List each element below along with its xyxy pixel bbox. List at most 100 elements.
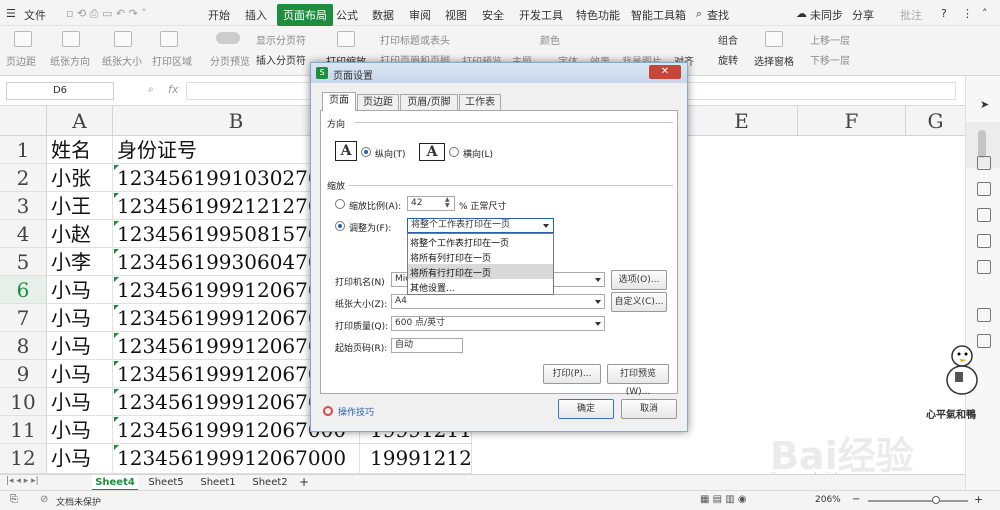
- cell-name[interactable]: 小马: [47, 276, 113, 304]
- zoom-icon[interactable]: ⌕: [148, 84, 154, 95]
- row-header[interactable]: 10: [0, 388, 47, 416]
- paper-size-icon[interactable]: [114, 31, 132, 47]
- column-header-g[interactable]: G: [906, 106, 965, 136]
- tab-page-layout[interactable]: 页面布局: [277, 4, 333, 26]
- ribbon-orientation[interactable]: 纸张方向: [50, 53, 90, 68]
- fit-option[interactable]: 将整个工作表打印在一页: [410, 236, 509, 249]
- options-button[interactable]: 选项(O)...: [611, 270, 667, 290]
- more-icon[interactable]: ⋮: [962, 7, 973, 20]
- row-header[interactable]: 5: [0, 248, 47, 276]
- row-header[interactable]: 1: [0, 136, 47, 164]
- sync-status[interactable]: 未同步: [810, 7, 843, 23]
- macro-icon[interactable]: ⎘: [10, 494, 18, 505]
- print-area-icon[interactable]: [160, 31, 178, 47]
- print-scale-icon[interactable]: [337, 31, 355, 47]
- sheet-tab-sheet5[interactable]: Sheet5: [144, 475, 188, 491]
- fx-icon[interactable]: fx: [168, 83, 178, 96]
- chevron-down-icon[interactable]: [595, 300, 601, 304]
- row-header[interactable]: 9: [0, 360, 47, 388]
- shape-icon[interactable]: [977, 208, 991, 222]
- comment-button[interactable]: 批注: [900, 7, 922, 23]
- landscape-radio[interactable]: [449, 147, 459, 157]
- tips-icon[interactable]: [323, 406, 333, 416]
- name-box[interactable]: D6: [6, 82, 114, 100]
- ribbon-show-page-break[interactable]: 显示分页符: [256, 32, 306, 47]
- cell-name[interactable]: 小马: [47, 388, 113, 416]
- fit-option[interactable]: 将所有列打印在一页: [410, 251, 491, 264]
- sheet-tab-sheet2[interactable]: Sheet2: [248, 475, 292, 491]
- print-button[interactable]: 打印(P)...: [543, 364, 601, 384]
- tab-review[interactable]: 审阅: [409, 7, 431, 23]
- spinner-icon[interactable]: ▲ ▼: [445, 197, 450, 209]
- start-page-input[interactable]: 自动: [391, 338, 463, 353]
- chevron-down-icon[interactable]: [595, 278, 601, 282]
- tab-home[interactable]: 开始: [208, 7, 230, 23]
- search-button[interactable]: 查找: [707, 7, 729, 23]
- ribbon-send-backward[interactable]: 下移一层: [810, 52, 850, 67]
- zoom-level[interactable]: 206%: [815, 495, 841, 505]
- close-icon[interactable]: ✕: [649, 65, 681, 79]
- header-cell-name[interactable]: 姓名: [47, 136, 113, 164]
- row-header[interactable]: 3: [0, 192, 47, 220]
- fit-select[interactable]: 将整个工作表打印在一页: [407, 218, 554, 233]
- print-quality-select[interactable]: 600 点/英寸: [391, 316, 605, 331]
- tab-insert[interactable]: 插入: [245, 7, 267, 23]
- collapse-icon[interactable]: ˄: [982, 7, 988, 20]
- row-header-selected[interactable]: 6: [0, 276, 47, 304]
- select-all-corner[interactable]: [0, 106, 47, 136]
- tab-view[interactable]: 视图: [445, 7, 467, 23]
- cell-name[interactable]: 小马: [47, 360, 113, 388]
- cell-name[interactable]: 小马: [47, 416, 113, 444]
- add-sheet-button[interactable]: +: [296, 475, 312, 491]
- chart-icon[interactable]: [977, 234, 991, 248]
- view-mode-icons[interactable]: ▦ ▤ ▥ ◉: [700, 494, 747, 505]
- portrait-radio[interactable]: [361, 147, 371, 157]
- fit-label[interactable]: 调整为(F):: [349, 221, 391, 234]
- ribbon-print-titles[interactable]: 打印标题或表头: [380, 32, 450, 47]
- ribbon-colors[interactable]: 颜色: [540, 32, 560, 47]
- style-icon[interactable]: [977, 156, 991, 170]
- fit-radio[interactable]: [335, 221, 345, 231]
- ribbon-page-break-preview[interactable]: 分页预览: [210, 53, 250, 68]
- scale-ratio-radio[interactable]: [335, 199, 345, 209]
- cell-date[interactable]: 19991212: [360, 444, 472, 474]
- ok-button[interactable]: 确定: [558, 399, 614, 419]
- row-header[interactable]: 4: [0, 220, 47, 248]
- row-header[interactable]: 2: [0, 164, 47, 192]
- cell-name[interactable]: 小赵: [47, 220, 113, 248]
- dialog-tab-margins[interactable]: 页边距: [357, 94, 399, 110]
- zoom-slider-thumb[interactable]: [932, 496, 940, 504]
- zoom-slider[interactable]: [868, 496, 968, 504]
- tab-features[interactable]: 特色功能: [576, 7, 620, 23]
- dialog-tab-header-footer[interactable]: 页眉/页脚: [400, 94, 458, 110]
- column-header-a[interactable]: A: [47, 106, 113, 136]
- cursor-icon[interactable]: ➤: [980, 98, 989, 111]
- tab-developer[interactable]: 开发工具: [519, 7, 563, 23]
- doc-protect-status[interactable]: 文档未保护: [56, 495, 101, 508]
- fit-option[interactable]: 将所有行打印在一页: [410, 266, 491, 279]
- settings-icon[interactable]: [977, 308, 991, 322]
- portrait-label[interactable]: 纵向(T): [375, 147, 406, 160]
- row-header[interactable]: 7: [0, 304, 47, 332]
- paper-size-select[interactable]: A4: [391, 294, 605, 309]
- row-header[interactable]: 8: [0, 332, 47, 360]
- ribbon-print-area[interactable]: 打印区域: [152, 53, 192, 68]
- tab-smart-tools[interactable]: 智能工具箱: [631, 7, 686, 23]
- menu-icon[interactable]: ☰: [6, 7, 16, 20]
- cell-id[interactable]: 123456199912067000: [113, 444, 360, 474]
- cell-name[interactable]: 小马: [47, 332, 113, 360]
- scale-ratio-label[interactable]: 缩放比例(A):: [349, 199, 401, 212]
- sheet-tab-sheet4[interactable]: Sheet4: [92, 475, 138, 491]
- ribbon-paper-size[interactable]: 纸张大小: [102, 53, 142, 68]
- tab-security[interactable]: 安全: [482, 7, 504, 23]
- ribbon-margins[interactable]: 页边距: [6, 53, 36, 68]
- dialog-tab-sheet[interactable]: 工作表: [459, 94, 501, 110]
- tab-data[interactable]: 数据: [372, 7, 394, 23]
- tab-formula[interactable]: 公式: [336, 7, 358, 23]
- orientation-icon[interactable]: [62, 31, 80, 47]
- custom-button[interactable]: 自定义(C)...: [611, 292, 667, 312]
- scrollbar-thumb[interactable]: [978, 130, 986, 158]
- page-break-preview-toggle[interactable]: [216, 32, 240, 44]
- ribbon-rotate[interactable]: 旋转: [718, 52, 738, 67]
- margins-icon[interactable]: [14, 31, 32, 47]
